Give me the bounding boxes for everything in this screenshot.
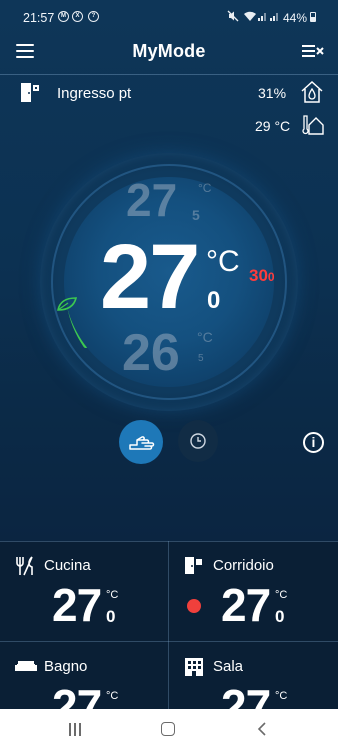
header-divider (0, 74, 338, 75)
door-icon (21, 83, 39, 102)
info-button[interactable]: i (303, 432, 324, 453)
zone-card-name: Corridoio (213, 557, 274, 574)
clock-icon (190, 433, 206, 449)
zone-card-cucina[interactable]: Cucina 27 °C 0 (0, 541, 168, 641)
current-temperature: 27 (100, 226, 200, 328)
temp-up-unit: °C (198, 181, 212, 195)
outdoor-temp-row: 29 °C (0, 112, 338, 140)
status-bar: 21:57 M X ? 44% (0, 0, 338, 34)
current-temperature-decimal: 0 (207, 287, 221, 314)
notification-icon-3: ? (88, 11, 99, 22)
building-icon (185, 658, 203, 676)
zone-name[interactable]: Ingresso pt (57, 85, 131, 102)
zone-card-corridoio[interactable]: Corridoio 27 °C 0 (169, 541, 337, 641)
manual-mode-button[interactable] (119, 420, 163, 464)
battery-percent: 44% (283, 11, 308, 25)
battery-icon (310, 12, 316, 22)
zone-card-unit: °C (275, 589, 288, 601)
zone-card-temp: 27 (52, 579, 102, 631)
temp-down-decimal: 5 (198, 353, 204, 364)
schedule-mode-button[interactable] (178, 420, 218, 462)
temp-down-value: 26 (122, 324, 180, 382)
zone-info-row: Ingresso pt 31% (0, 80, 338, 108)
recent-apps-icon[interactable] (68, 723, 82, 736)
temperature-dial[interactable]: 27 °C 5 27 °C 0 300 26 °C 5 (40, 153, 298, 411)
mute-icon (227, 10, 239, 22)
system-nav-bar (0, 709, 338, 750)
wifi-icon (244, 11, 256, 21)
current-temperature-unit: °C (206, 245, 240, 278)
zone-card-unit: °C (275, 690, 288, 702)
notification-icon-1: M (58, 11, 69, 22)
zone-card-unit: °C (106, 589, 119, 601)
zone-card-decimal: 0 (106, 607, 116, 626)
zone-card-name: Bagno (44, 658, 88, 675)
home-icon[interactable] (161, 722, 175, 736)
zone-alert-dot (187, 599, 201, 613)
setpoint-value: 300 (249, 266, 275, 285)
signal-icon-2 (270, 13, 278, 21)
temp-up-decimal: 5 (192, 207, 200, 223)
zone-card-decimal: 0 (275, 607, 285, 626)
temp-down-unit: °C (197, 329, 213, 345)
outdoor-thermometer-icon (302, 115, 324, 135)
zone-card-name: Sala (213, 658, 244, 675)
temp-up-value: 27 (126, 174, 178, 226)
zone-card-temp: 27 (221, 579, 271, 631)
zone-card-name: Cucina (44, 557, 91, 574)
back-icon[interactable] (255, 721, 269, 737)
humidity-value: 31% (258, 85, 287, 101)
sofa-icon (15, 661, 37, 671)
page-title: MyMode (132, 41, 206, 61)
notification-icon-2: X (72, 11, 83, 22)
mode-list-icon[interactable] (302, 43, 324, 59)
eco-leaf-icon (57, 297, 78, 311)
app-header: MyMode (0, 34, 338, 74)
zone-card-unit: °C (106, 690, 119, 702)
hand-icon (129, 436, 155, 450)
fork-knife-icon (16, 556, 33, 576)
signal-icon-1 (258, 13, 266, 21)
door-icon (185, 557, 202, 574)
humidity-house-icon (301, 80, 323, 103)
outdoor-temp-value: 29 °C (255, 118, 291, 134)
status-time: 21:57 (23, 11, 55, 25)
